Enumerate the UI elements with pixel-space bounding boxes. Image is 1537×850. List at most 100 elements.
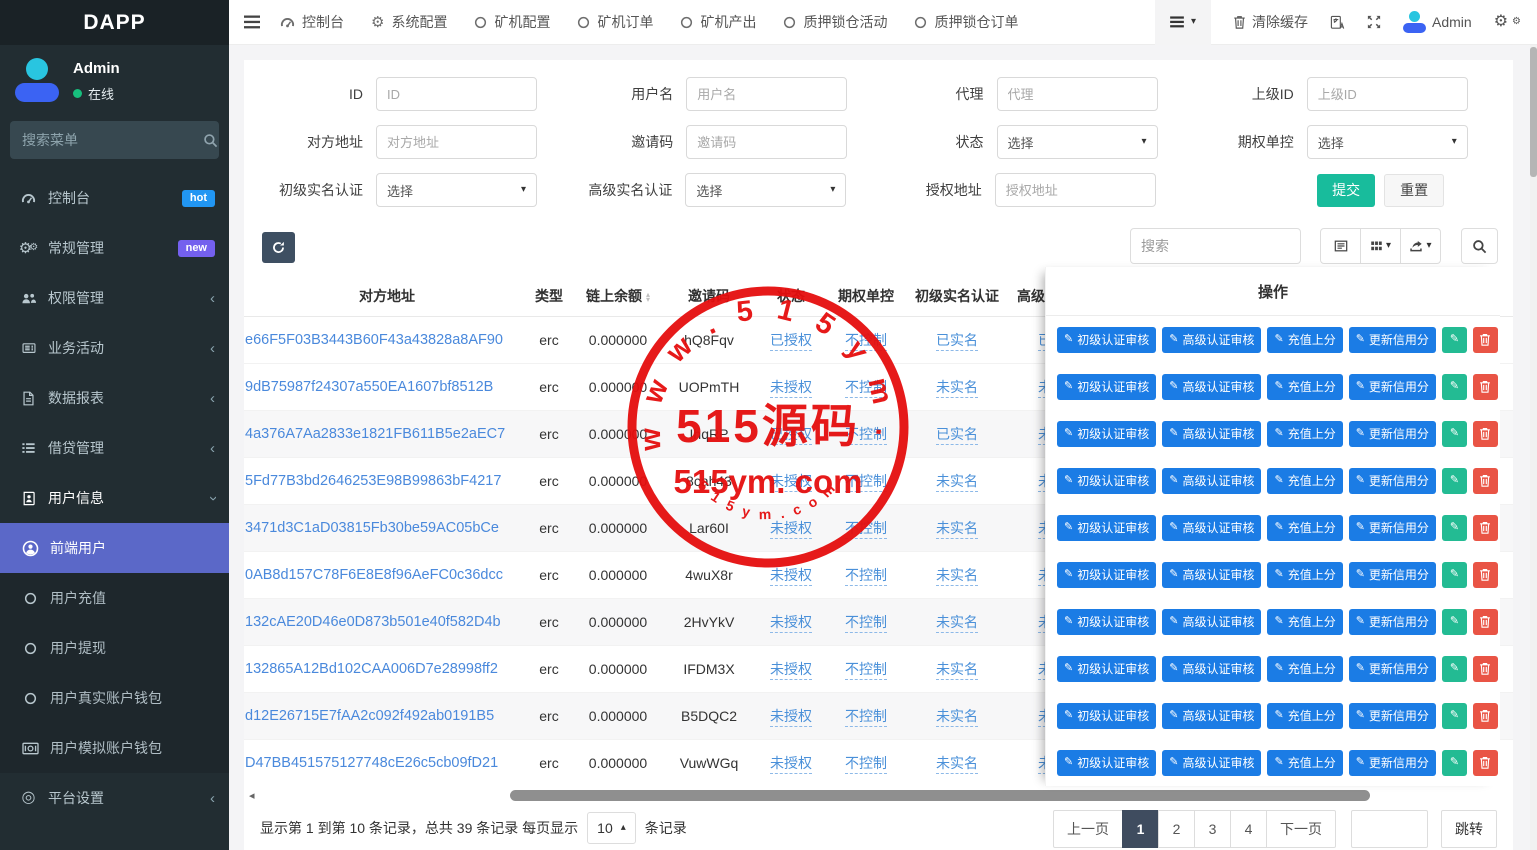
sidebar-item-7[interactable]: 用户信息‹ [0, 473, 229, 523]
filter-input-用户名[interactable] [686, 77, 847, 111]
action-button-2[interactable]: ✎高级认证审核 [1162, 374, 1261, 400]
primary-kyc-link[interactable]: 未实名 [936, 567, 978, 586]
action-button-3[interactable]: ✎充值上分 [1267, 374, 1342, 400]
columns-button[interactable]: ▾ [1360, 228, 1401, 264]
settings-gears-icon[interactable]: ⚙⚙ [1494, 14, 1521, 30]
status-link[interactable]: 未授权 [770, 379, 812, 398]
sidebar-subitem-3[interactable]: 用户提现 [0, 623, 229, 673]
action-button-4[interactable]: ✎更新信用分 [1349, 562, 1436, 588]
horizontal-scrollbar[interactable]: ◂ [244, 789, 1513, 802]
column-header[interactable]: 邀请码 [668, 276, 750, 316]
nav-item-3[interactable]: 矿机配置 [474, 12, 550, 32]
page-size-dropdown[interactable]: 10 ▴ [587, 812, 636, 844]
sidebar-item-1[interactable]: 控制台hot [0, 173, 229, 223]
filter-select-高级实名认证[interactable]: 选择▾ [685, 173, 846, 207]
column-header[interactable]: 期权单控 [832, 276, 900, 316]
filter-input-对方地址[interactable] [376, 125, 537, 159]
filter-input-上级ID[interactable] [1307, 77, 1468, 111]
edit-button[interactable]: ✎ [1442, 421, 1467, 447]
edit-button[interactable]: ✎ [1442, 609, 1467, 635]
primary-kyc-link[interactable]: 未实名 [936, 379, 978, 398]
filter-input-代理[interactable] [997, 77, 1158, 111]
sidebar-subitem-2[interactable]: 用户充值 [0, 573, 229, 623]
delete-button[interactable] [1473, 703, 1498, 729]
status-link[interactable]: 已授权 [770, 426, 812, 445]
edit-button[interactable]: ✎ [1442, 468, 1467, 494]
nav-item-5[interactable]: 矿机产出 [680, 12, 756, 32]
action-button-3[interactable]: ✎充值上分 [1267, 515, 1342, 541]
action-button-3[interactable]: ✎充值上分 [1267, 421, 1342, 447]
scroll-left-arrow-icon[interactable]: ◂ [249, 789, 255, 802]
delete-button[interactable] [1473, 515, 1498, 541]
nav-item-6[interactable]: 质押锁仓活动 [783, 12, 887, 32]
primary-kyc-link[interactable]: 已实名 [936, 426, 978, 445]
action-button-3[interactable]: ✎充值上分 [1267, 750, 1342, 776]
action-button-4[interactable]: ✎更新信用分 [1349, 515, 1436, 541]
action-button-3[interactable]: ✎充值上分 [1267, 327, 1342, 353]
filter-select-状态[interactable]: 选择▾ [997, 125, 1158, 159]
delete-button[interactable] [1473, 562, 1498, 588]
sidebar-item-5[interactable]: 数据报表‹ [0, 373, 229, 423]
address-link[interactable]: e66F5F03B3443B60F43a43828a8AF90 [245, 332, 503, 348]
address-link[interactable]: 4a376A7Aa2833e1821FB611B5e2aEC7 [245, 426, 505, 442]
column-header[interactable]: 对方地址 [244, 276, 530, 316]
action-button-2[interactable]: ✎高级认证审核 [1162, 562, 1261, 588]
sidebar-item-1[interactable]: ◎平台设置‹ [0, 773, 229, 823]
action-button-4[interactable]: ✎更新信用分 [1349, 421, 1436, 447]
filter-input-邀请码[interactable] [686, 125, 847, 159]
option-control-link[interactable]: 不控制 [845, 473, 887, 492]
action-button-2[interactable]: ✎高级认证审核 [1162, 421, 1261, 447]
address-link[interactable]: 132cAE20D46e0D873b501e40f582D4b [245, 614, 501, 630]
action-button-1[interactable]: ✎初级认证审核 [1057, 421, 1156, 447]
filter-input-授权地址[interactable] [995, 173, 1156, 207]
nav-item-1[interactable]: 控制台 [280, 12, 344, 32]
nav-item-4[interactable]: 矿机订单 [577, 12, 653, 32]
edit-button[interactable]: ✎ [1442, 750, 1467, 776]
translate-icon[interactable] [1330, 15, 1345, 30]
option-control-link[interactable]: 不控制 [845, 520, 887, 539]
delete-button[interactable] [1473, 609, 1498, 635]
filter-input-ID[interactable] [376, 77, 537, 111]
status-link[interactable]: 未授权 [770, 614, 812, 633]
action-button-3[interactable]: ✎充值上分 [1267, 468, 1342, 494]
column-header[interactable]: 初级实名认证 [900, 276, 1014, 316]
filter-select-期权单控[interactable]: 选择▾ [1307, 125, 1468, 159]
edit-button[interactable]: ✎ [1442, 374, 1467, 400]
action-button-4[interactable]: ✎更新信用分 [1349, 609, 1436, 635]
action-button-4[interactable]: ✎更新信用分 [1349, 374, 1436, 400]
action-button-1[interactable]: ✎初级认证审核 [1057, 656, 1156, 682]
column-header[interactable]: 链上余额▴▾ [568, 276, 668, 316]
page-button-4[interactable]: 4 [1230, 810, 1267, 848]
action-button-2[interactable]: ✎高级认证审核 [1162, 468, 1261, 494]
sidebar-subitem-5[interactable]: 用户模拟账户钱包 [0, 723, 229, 773]
action-button-1[interactable]: ✎初级认证审核 [1057, 609, 1156, 635]
vertical-scrollbar[interactable] [1530, 45, 1537, 850]
column-header[interactable]: 类型 [530, 276, 568, 316]
edit-button[interactable]: ✎ [1442, 656, 1467, 682]
action-button-4[interactable]: ✎更新信用分 [1349, 703, 1436, 729]
primary-kyc-link[interactable]: 未实名 [936, 614, 978, 633]
option-control-link[interactable]: 不控制 [845, 708, 887, 727]
action-button-4[interactable]: ✎更新信用分 [1349, 327, 1436, 353]
delete-button[interactable] [1473, 656, 1498, 682]
fullscreen-icon[interactable] [1367, 15, 1381, 29]
option-control-link[interactable]: 不控制 [845, 755, 887, 774]
action-button-3[interactable]: ✎充值上分 [1267, 703, 1342, 729]
table-search-input[interactable] [1130, 228, 1301, 264]
action-button-4[interactable]: ✎更新信用分 [1349, 656, 1436, 682]
delete-button[interactable] [1473, 327, 1498, 353]
option-control-link[interactable]: 不控制 [845, 661, 887, 680]
filter-select-初级实名认证[interactable]: 选择▾ [376, 173, 537, 207]
delete-button[interactable] [1473, 374, 1498, 400]
action-button-2[interactable]: ✎高级认证审核 [1162, 703, 1261, 729]
prev-page-button[interactable]: 上一页 [1053, 810, 1123, 848]
jump-page-input[interactable] [1351, 810, 1428, 848]
address-link[interactable]: 3471d3C1aD03815Fb30be59AC05bCe [245, 520, 499, 536]
jump-button[interactable]: 跳转 [1441, 810, 1497, 848]
refresh-button[interactable] [262, 232, 295, 263]
status-link[interactable]: 未授权 [770, 567, 812, 586]
delete-button[interactable] [1473, 468, 1498, 494]
address-link[interactable]: D47BB451575127748cE26c5cb09fD21 [245, 755, 498, 771]
page-button-1[interactable]: 1 [1122, 810, 1159, 848]
sidebar-item-3[interactable]: 权限管理‹ [0, 273, 229, 323]
